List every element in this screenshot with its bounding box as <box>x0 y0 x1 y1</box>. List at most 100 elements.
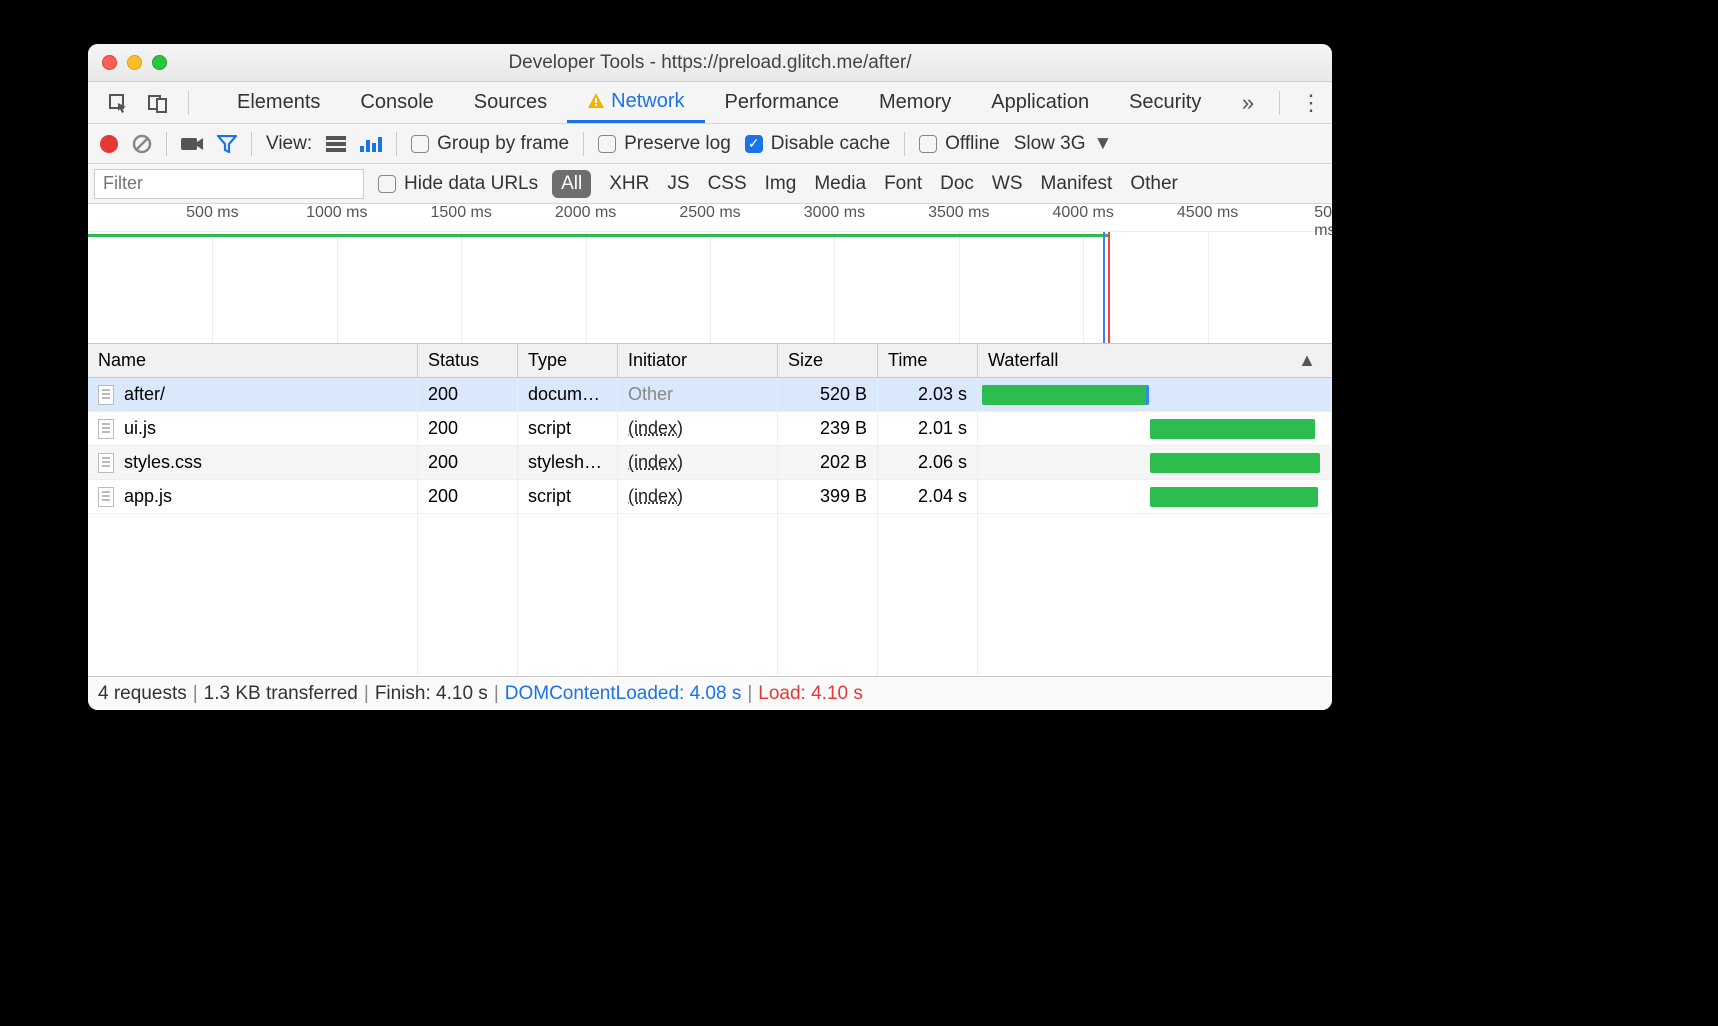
clear-icon[interactable] <box>132 134 152 154</box>
column-initiator[interactable]: Initiator <box>618 344 778 377</box>
waterfall-bar <box>982 385 1149 405</box>
column-name[interactable]: Name <box>88 344 418 377</box>
type-filter-img[interactable]: Img <box>765 173 797 195</box>
request-initiator[interactable]: (index) <box>628 486 683 507</box>
tab-label: Sources <box>474 91 547 114</box>
request-initiator[interactable]: (index) <box>628 418 683 439</box>
type-filter-js[interactable]: JS <box>667 173 689 195</box>
column-waterfall[interactable]: Waterfall▲ <box>978 344 1332 377</box>
type-filter-other[interactable]: Other <box>1130 173 1178 195</box>
record-button[interactable] <box>100 135 118 153</box>
table-row[interactable]: after/200docum…Other520 B2.03 s <box>88 378 1332 412</box>
network-toolbar: View: Group by frame Preserve log ✓ Disa… <box>88 124 1332 164</box>
waterfall-bar <box>1150 487 1318 507</box>
domcontentloaded-marker <box>1103 232 1105 343</box>
tab-sources[interactable]: Sources <box>454 82 567 123</box>
request-initiator: Other <box>628 384 673 405</box>
request-name: app.js <box>124 486 172 507</box>
timeline-overview[interactable]: 500 ms1000 ms1500 ms2000 ms2500 ms3000 m… <box>88 204 1332 344</box>
type-filter-manifest[interactable]: Manifest <box>1041 173 1113 195</box>
ruler-tick: 4000 ms <box>1053 204 1114 222</box>
tab-network[interactable]: Network <box>567 82 704 123</box>
offline-label: Offline <box>945 133 1000 155</box>
tab-application[interactable]: Application <box>971 82 1109 123</box>
large-rows-icon[interactable] <box>326 136 346 152</box>
tab-elements[interactable]: Elements <box>217 82 340 123</box>
type-filter-all[interactable]: All <box>552 170 591 198</box>
request-size: 520 B <box>778 378 878 411</box>
overview-activity-bar <box>88 234 1108 237</box>
type-filter-media[interactable]: Media <box>814 173 866 195</box>
table-header: Name StatusTypeInitiatorSize Time Waterfall… <box>88 344 1332 378</box>
column-label: Time <box>888 350 927 371</box>
file-icon <box>98 385 114 405</box>
request-waterfall <box>978 412 1332 445</box>
group-by-frame-checkbox[interactable]: Group by frame <box>411 133 569 155</box>
column-size[interactable]: Size <box>778 344 878 377</box>
request-time: 2.06 s <box>878 446 978 479</box>
type-filter-xhr[interactable]: XHR <box>609 173 649 195</box>
inspect-icon[interactable] <box>98 82 138 123</box>
hide-data-urls-checkbox[interactable]: Hide data URLs <box>378 173 538 195</box>
type-filter-doc[interactable]: Doc <box>940 173 974 195</box>
request-name: ui.js <box>124 418 156 439</box>
tab-label: Elements <box>237 91 320 114</box>
kebab-menu-icon[interactable]: ⋮ <box>1290 82 1332 123</box>
table-row[interactable]: styles.css200stylesh…(index)202 B2.06 s <box>88 446 1332 480</box>
table-row[interactable]: app.js200script(index)399 B2.04 s <box>88 480 1332 514</box>
view-label: View: <box>266 133 312 155</box>
capture-screenshots-icon[interactable] <box>181 136 203 152</box>
throttling-value: Slow 3G <box>1014 133 1086 155</box>
throttling-select[interactable]: Slow 3G ▼ <box>1014 133 1113 155</box>
filter-bar: Hide data URLs All XHR JS CSS Img Media Font Do… <box>88 164 1332 204</box>
offline-checkbox[interactable]: Offline <box>919 133 1000 155</box>
table-row[interactable]: ui.js200script(index)239 B2.01 s <box>88 412 1332 446</box>
panel-tabs: Elements Console Sources Network Performance… <box>88 82 1332 124</box>
tab-label: Memory <box>879 91 951 114</box>
ruler-tick: 2000 ms <box>555 204 616 222</box>
tab-label: Console <box>360 91 433 114</box>
network-table: Name StatusTypeInitiatorSize Time Waterfall… <box>88 344 1332 676</box>
hide-data-urls-label: Hide data URLs <box>404 173 538 195</box>
column-time[interactable]: Time <box>878 344 978 377</box>
disable-cache-checkbox[interactable]: ✓ Disable cache <box>745 133 890 155</box>
column-label: Waterfall <box>988 350 1058 371</box>
device-toggle-icon[interactable] <box>138 82 178 123</box>
filter-icon[interactable] <box>217 135 237 153</box>
column-type[interactable]: Type <box>518 344 618 377</box>
disable-cache-label: Disable cache <box>771 133 890 155</box>
overview-icon[interactable] <box>360 136 382 152</box>
tab-label: Network <box>611 90 684 113</box>
type-filter-ws[interactable]: WS <box>992 173 1023 195</box>
type-filter-css[interactable]: CSS <box>708 173 747 195</box>
status-domcontentloaded: DOMContentLoaded: 4.08 s <box>505 683 742 705</box>
tab-console[interactable]: Console <box>340 82 453 123</box>
waterfall-bar <box>1150 419 1315 439</box>
more-tabs-icon[interactable]: » <box>1227 82 1269 123</box>
ruler-tick: 1000 ms <box>306 204 367 222</box>
type-filter-font[interactable]: Font <box>884 173 922 195</box>
request-type: script <box>518 480 618 513</box>
preserve-log-checkbox[interactable]: Preserve log <box>598 133 731 155</box>
tab-performance[interactable]: Performance <box>705 82 860 123</box>
status-transferred: 1.3 KB transferred <box>204 683 358 705</box>
preserve-log-label: Preserve log <box>624 133 731 155</box>
column-status[interactable]: Status <box>418 344 518 377</box>
window-title: Developer Tools - https://preload.glitch… <box>88 52 1332 74</box>
tab-security[interactable]: Security <box>1109 82 1221 123</box>
filter-input[interactable] <box>94 169 364 199</box>
request-type: docum… <box>518 378 618 411</box>
tab-label: Application <box>991 91 1089 114</box>
tab-label: Security <box>1129 91 1201 114</box>
chevron-down-icon: ▼ <box>1094 133 1113 155</box>
table-body: after/200docum…Other520 B2.03 sui.js200s… <box>88 378 1332 676</box>
ruler-tick: 2500 ms <box>679 204 740 222</box>
titlebar: Developer Tools - https://preload.glitch… <box>88 44 1332 82</box>
tab-memory[interactable]: Memory <box>859 82 971 123</box>
status-requests: 4 requests <box>98 683 187 705</box>
request-initiator[interactable]: (index) <box>628 452 683 473</box>
ruler-tick: 500 ms <box>186 204 238 222</box>
ruler-tick: 4500 ms <box>1177 204 1238 222</box>
column-label: Name <box>98 350 146 371</box>
status-bar: 4 requests| 1.3 KB transferred| Finish: … <box>88 676 1332 710</box>
